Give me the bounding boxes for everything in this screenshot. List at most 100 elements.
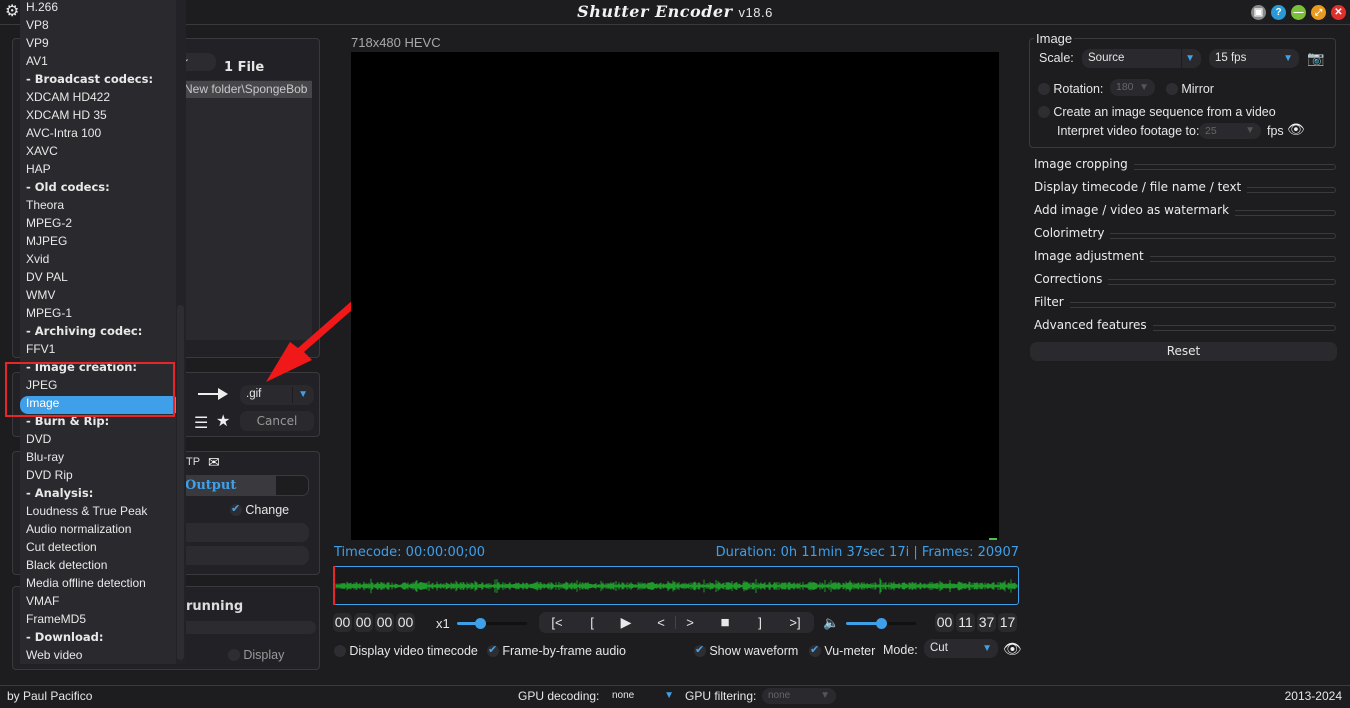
volume-slider-knob[interactable] — [876, 618, 887, 629]
dropdown-item[interactable]: Cut detection — [20, 540, 176, 558]
dropdown-item[interactable]: VP8 — [20, 18, 176, 36]
dropdown-item[interactable]: XAVC — [20, 144, 176, 162]
window-icon[interactable]: ▣ — [1251, 5, 1266, 20]
previous-frame-button[interactable]: < — [647, 612, 675, 633]
speed-slider[interactable] — [457, 618, 527, 629]
ftp-tab[interactable]: TP — [186, 456, 200, 468]
dropdown-item[interactable]: MJPEG — [20, 234, 176, 252]
display-video-timecode-checkbox[interactable]: Display video timecode — [334, 643, 478, 658]
dropdown-item[interactable]: DV PAL — [20, 270, 176, 288]
rotation-select[interactable]: 180 ▼ — [1110, 79, 1155, 96]
eye-icon[interactable]: 👁 — [1003, 640, 1022, 658]
section-display-timecode[interactable]: Display timecode / file name / text — [1034, 180, 1336, 200]
mirror-radio[interactable]: Mirror — [1166, 81, 1214, 96]
out-tc-frames[interactable]: 17 — [998, 613, 1017, 632]
dropdown-scroll-thumb[interactable] — [177, 305, 184, 660]
output-field-1[interactable] — [170, 523, 309, 542]
dropdown-item[interactable]: AVC-Intra 100 — [20, 126, 176, 144]
dropdown-item[interactable]: FFV1 — [20, 342, 176, 360]
next-frame-button[interactable]: > — [676, 612, 704, 633]
dropdown-item[interactable]: MPEG-2 — [20, 216, 176, 234]
help-icon[interactable]: ? — [1271, 5, 1286, 20]
email-icon[interactable]: ✉ — [208, 454, 220, 471]
set-out-button[interactable]: ] — [746, 612, 774, 633]
volume-icon[interactable]: 🔈 — [823, 615, 839, 631]
in-tc-seconds[interactable]: 00 — [375, 613, 394, 632]
dropdown-item[interactable]: Media offline detection — [20, 576, 176, 594]
out-tc-minutes[interactable]: 11 — [956, 613, 975, 632]
fps-select[interactable]: 15 fps ▼ — [1209, 49, 1299, 68]
list-icon[interactable]: ☰ — [194, 413, 208, 433]
speed-slider-knob[interactable] — [475, 618, 487, 629]
dropdown-item[interactable]: Black detection — [20, 558, 176, 576]
show-waveform-checkbox[interactable]: Show waveform — [694, 643, 798, 658]
dropdown-item[interactable]: WMV — [20, 288, 176, 306]
output-tab-bar: Output — [170, 475, 309, 496]
dropdown-item[interactable]: Theora — [20, 198, 176, 216]
dropdown-item[interactable]: HAP — [20, 162, 176, 180]
rotation-radio[interactable]: Rotation: — [1038, 81, 1103, 96]
interpret-fps-select[interactable]: 25 ▼ — [1199, 123, 1261, 139]
section-image-adjustment[interactable]: Image adjustment — [1034, 249, 1336, 269]
dropdown-group-header: - Archiving codec: — [26, 324, 143, 338]
camera-snapshot-icon[interactable]: 📷 — [1307, 50, 1324, 67]
stop-button[interactable]: ■ — [711, 612, 739, 633]
arrow-right-icon — [196, 385, 230, 403]
display-radio[interactable]: Display — [228, 647, 284, 662]
dropdown-item[interactable]: VMAF — [20, 594, 176, 612]
in-tc-frames[interactable]: 00 — [396, 613, 415, 632]
output-field-2[interactable] — [170, 546, 309, 565]
out-tc-seconds[interactable]: 37 — [977, 613, 996, 632]
fullscreen-icon[interactable]: ⤢ — [1311, 5, 1326, 20]
dropdown-item[interactable]: VP9 — [20, 36, 176, 54]
eye-icon[interactable]: 👁 — [1287, 121, 1305, 138]
section-filter[interactable]: Filter — [1034, 295, 1336, 315]
go-to-out-button[interactable]: >] — [781, 612, 809, 633]
dropdown-item[interactable]: MPEG-1 — [20, 306, 176, 324]
section-corrections[interactable]: Corrections — [1034, 272, 1336, 292]
dropdown-item[interactable]: Web video — [20, 648, 176, 666]
frame-by-frame-audio-checkbox[interactable]: Frame-by-frame audio — [487, 643, 626, 658]
set-in-button[interactable]: [ — [578, 612, 606, 633]
progress-bar — [170, 621, 316, 634]
in-tc-minutes[interactable]: 00 — [354, 613, 373, 632]
section-image-cropping[interactable]: Image cropping — [1034, 157, 1336, 177]
section-watermark[interactable]: Add image / video as watermark — [1034, 203, 1336, 223]
output-tab[interactable]: Output — [171, 476, 276, 495]
dropdown-item[interactable]: FrameMD5 — [20, 612, 176, 630]
volume-slider[interactable] — [846, 618, 916, 629]
close-icon[interactable]: ✕ — [1331, 5, 1346, 20]
playhead[interactable] — [333, 566, 335, 605]
vu-meter-checkbox[interactable]: Vu-meter — [809, 643, 875, 658]
minimize-icon[interactable]: — — [1291, 5, 1306, 20]
section-advanced-features[interactable]: Advanced features — [1034, 318, 1336, 338]
mode-select[interactable]: Cut ▼ — [924, 639, 998, 658]
dropdown-item[interactable]: XDCAM HD 35 — [20, 108, 176, 126]
out-tc-hours[interactable]: 00 — [935, 613, 954, 632]
dropdown-item[interactable]: H.266 — [20, 0, 176, 18]
scale-select[interactable]: Source ▼ — [1082, 49, 1201, 68]
dropdown-item[interactable]: Audio normalization — [20, 522, 176, 540]
dropdown-item[interactable]: Loudness & True Peak — [20, 504, 176, 522]
reset-button[interactable]: Reset — [1030, 342, 1337, 361]
star-icon[interactable]: ★ — [216, 411, 230, 431]
gpu-filtering-select[interactable]: none ▼ — [762, 688, 836, 704]
play-button[interactable]: ▶ — [612, 612, 640, 633]
dropdown-item[interactable]: AV1 — [20, 54, 176, 72]
audio-waveform[interactable] — [333, 566, 1019, 605]
video-preview[interactable] — [351, 52, 999, 540]
image-sequence-radio[interactable]: Create an image sequence from a video — [1038, 104, 1276, 119]
dropdown-item[interactable]: Xvid — [20, 252, 176, 270]
change-checkbox[interactable]: Change — [230, 502, 289, 517]
gpu-decoding-select[interactable]: none ▼ — [606, 688, 680, 704]
in-tc-hours[interactable]: 00 — [333, 613, 352, 632]
go-to-in-button[interactable]: [< — [543, 612, 571, 633]
dropdown-item[interactable]: DVD Rip — [20, 468, 176, 486]
function-dropdown-list[interactable]: H.266 VP8 VP9 AV1- Broadcast codecs: XDCAM H… — [20, 0, 186, 664]
dropdown-item[interactable]: XDCAM HD422 — [20, 90, 176, 108]
file-list-item[interactable]: New folder\SpongeBob — [170, 81, 312, 98]
section-colorimetry[interactable]: Colorimetry — [1034, 226, 1336, 246]
cancel-button[interactable]: Cancel — [240, 411, 314, 431]
dropdown-item[interactable]: Blu-ray — [20, 450, 176, 468]
dropdown-item[interactable]: DVD — [20, 432, 176, 450]
